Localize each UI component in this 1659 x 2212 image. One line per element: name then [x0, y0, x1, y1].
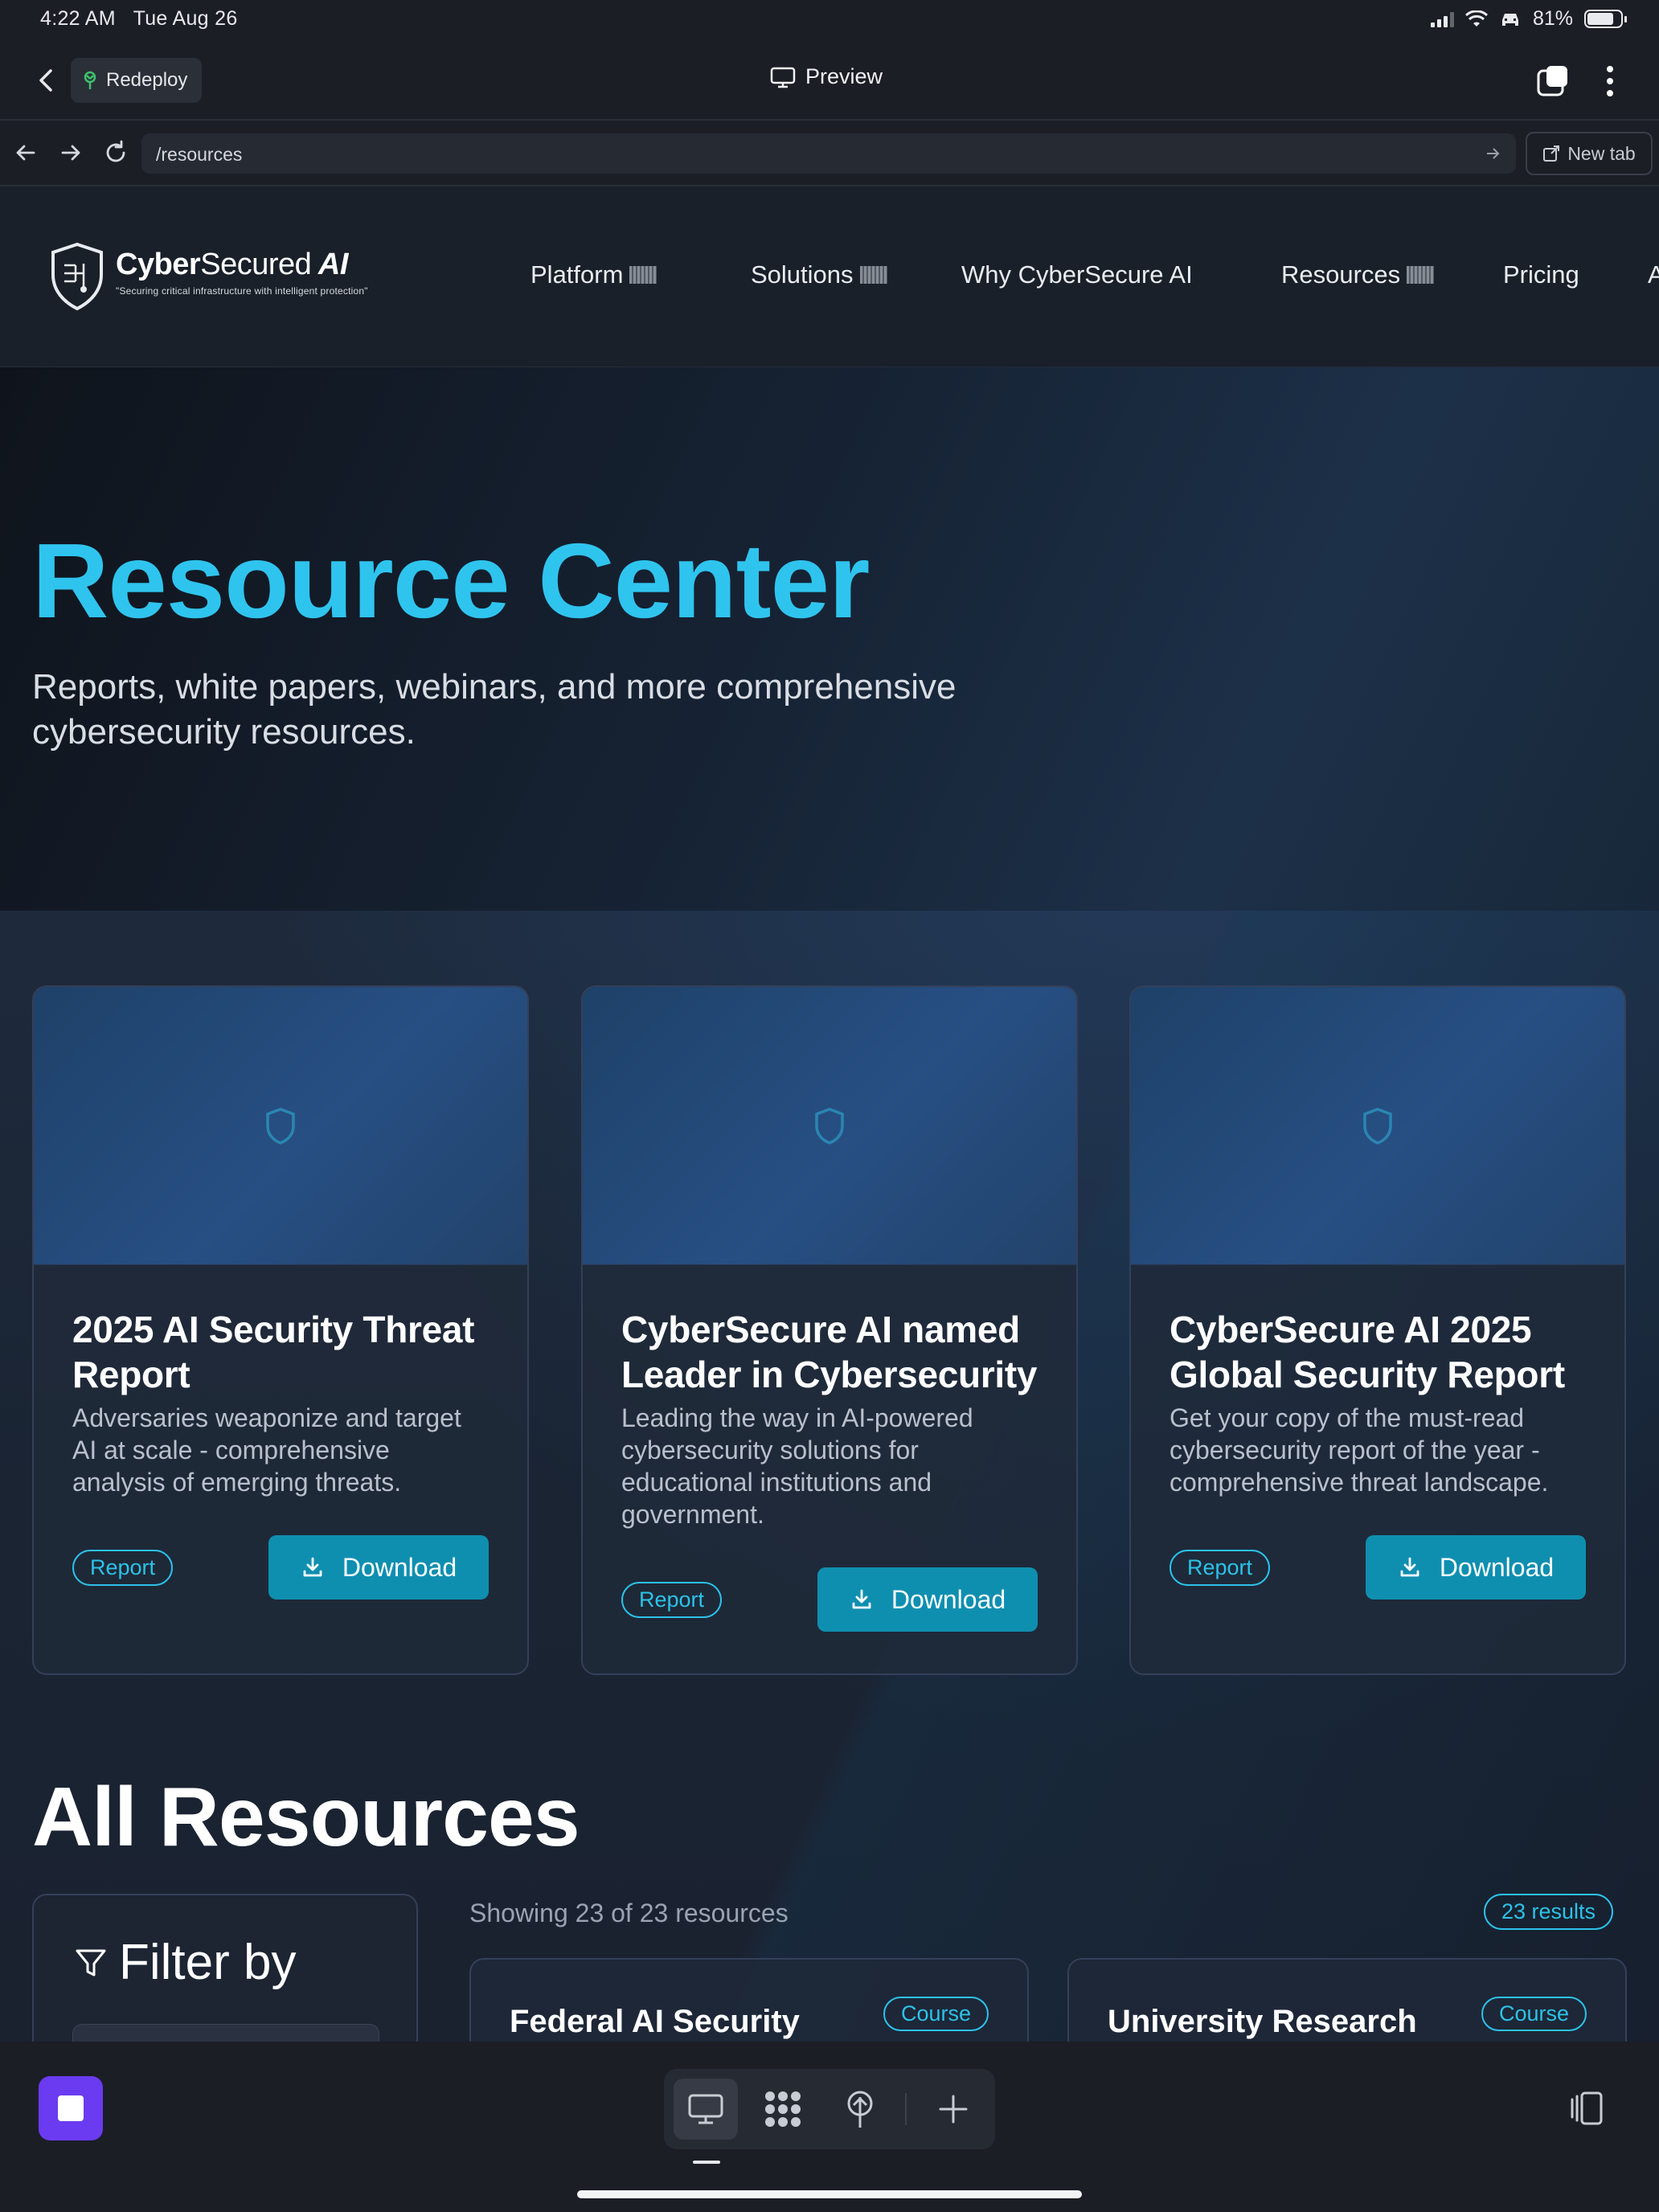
battery-icon	[1584, 10, 1627, 28]
card-title: CyberSecure AI named Leader in Cybersecu…	[621, 1309, 1038, 1395]
browser-back-icon[interactable]	[11, 138, 40, 167]
filter-search-input[interactable]	[72, 2024, 379, 2042]
dropdown-caret-icon	[629, 266, 657, 284]
shield-icon	[815, 1107, 844, 1145]
filter-panel: Filter by	[32, 1894, 418, 2042]
featured-card: CyberSecure AI named Leader in Cybersecu…	[581, 985, 1078, 1675]
stop-button[interactable]	[39, 2076, 103, 2140]
nav-why-cybersecure[interactable]: Why CyberSecure AI	[961, 260, 1193, 289]
url-toolbar: /resources New tab	[0, 121, 1659, 186]
hero-subtitle: Reports, white papers, webinars, and mor…	[32, 667, 956, 752]
shield-icon	[266, 1107, 295, 1145]
featured-card: CyberSecure AI 2025 Global Security Repo…	[1129, 985, 1626, 1675]
preview-title: Preview	[770, 64, 883, 89]
shield-icon	[1363, 1107, 1392, 1145]
card-description: Get your copy of the must-read cybersecu…	[1169, 1403, 1549, 1497]
nav-solutions[interactable]: Solutions	[751, 260, 887, 289]
add-tab-button[interactable]	[921, 2079, 985, 2140]
card-description: Adversaries weaponize and target AI at s…	[72, 1403, 461, 1497]
resource-type-badge: Course	[883, 1997, 989, 2031]
new-tab-button[interactable]: New tab	[1526, 132, 1653, 175]
grid-dots-icon	[765, 2091, 801, 2127]
site-navbar: CyberSecured AI "Securing critical infra…	[0, 186, 1659, 367]
status-bar: 4:22 AM Tue Aug 26 81%	[0, 0, 1659, 40]
page-title: Resource Center	[32, 522, 870, 640]
more-options-icon[interactable]	[1598, 63, 1622, 100]
monitor-icon	[770, 67, 796, 88]
resource-type-badge: Report	[621, 1581, 723, 1618]
download-button[interactable]: Download	[1366, 1535, 1586, 1600]
plus-icon	[939, 2095, 968, 2124]
card-description: Leading the way in AI-powered cybersecur…	[621, 1403, 973, 1529]
deploy-tree-icon	[847, 2091, 873, 2128]
download-icon	[1400, 1557, 1419, 1577]
hero-section: Resource Center Reports, white papers, w…	[0, 367, 1659, 911]
view-switcher	[664, 2069, 995, 2149]
filter-funnel-icon	[76, 1949, 106, 1976]
panel-toggle-icon[interactable]	[1567, 2090, 1608, 2127]
reload-icon[interactable]	[101, 138, 130, 167]
featured-card: 2025 AI Security Threat Report Adversari…	[32, 985, 529, 1675]
url-input[interactable]: /resources	[141, 133, 1516, 174]
resource-card[interactable]: University Research Course	[1067, 1958, 1627, 2042]
card-image	[34, 987, 527, 1265]
preview-label: Preview	[805, 64, 883, 88]
logo-tagline: "Securing critical infrastructure with i…	[116, 285, 368, 297]
all-resources-heading: All Resources	[32, 1771, 580, 1864]
battery-percent: 81%	[1532, 7, 1573, 30]
status-date: Tue Aug 26	[133, 7, 238, 30]
site-logo[interactable]: CyberSecured AI "Securing critical infra…	[48, 241, 368, 312]
apps-view-button[interactable]	[751, 2079, 815, 2140]
deploy-view-button[interactable]	[828, 2079, 892, 2140]
url-text: /resources	[156, 144, 243, 165]
nav-resources[interactable]: Resources	[1281, 260, 1435, 289]
nav-cut-off-item[interactable]: A	[1648, 260, 1659, 289]
website-viewport: CyberSecured AI "Securing critical infra…	[0, 186, 1659, 2042]
external-link-icon	[1543, 145, 1560, 162]
redeploy-label: Redeploy	[106, 69, 188, 91]
wifi-icon	[1464, 10, 1488, 27]
deploy-tree-icon	[84, 71, 96, 89]
results-badge: 23 results	[1484, 1894, 1614, 1930]
logo-wordmark: CyberSecured AI	[116, 248, 348, 281]
shield-logo-icon	[51, 242, 103, 311]
dropdown-caret-icon	[859, 266, 887, 284]
download-button[interactable]: Download	[268, 1535, 489, 1600]
download-button[interactable]: Download	[817, 1567, 1038, 1632]
card-title: CyberSecure AI 2025 Global Security Repo…	[1169, 1309, 1565, 1395]
resource-type-badge: Report	[1169, 1549, 1271, 1586]
resource-type-badge: Course	[1481, 1997, 1587, 2031]
cellular-signal-icon	[1430, 11, 1454, 27]
bottom-toolbar	[0, 2042, 1659, 2212]
home-indicator	[577, 2190, 1082, 2198]
resource-title: Federal AI Security	[510, 2004, 800, 2039]
back-chevron-icon[interactable]	[31, 64, 63, 96]
status-time: 4:22 AM	[40, 7, 116, 30]
card-image	[583, 987, 1076, 1265]
resource-type-badge: Report	[72, 1549, 174, 1586]
card-title: 2025 AI Security Threat Report	[72, 1309, 475, 1395]
monitor-icon	[688, 2094, 723, 2124]
tabs-switcher-icon[interactable]	[1535, 63, 1572, 100]
nav-pricing[interactable]: Pricing	[1503, 260, 1579, 289]
new-tab-label: New tab	[1567, 142, 1636, 164]
preview-view-button[interactable]	[674, 2079, 738, 2140]
nav-platform[interactable]: Platform	[530, 260, 657, 289]
car-icon	[1501, 13, 1518, 26]
resource-card[interactable]: Federal AI Security Course	[469, 1958, 1029, 2042]
go-arrow-icon[interactable]	[1484, 145, 1501, 162]
download-icon	[303, 1557, 322, 1577]
stop-square-icon	[58, 2095, 84, 2121]
resource-title: University Research	[1108, 2004, 1417, 2039]
download-icon	[852, 1589, 871, 1609]
dropdown-caret-icon	[1407, 266, 1435, 284]
filter-heading: Filter by	[119, 1935, 297, 1990]
results-count-text: Showing 23 of 23 resources	[469, 1899, 789, 1927]
card-image	[1131, 987, 1624, 1265]
redeploy-button[interactable]: Redeploy	[71, 58, 203, 103]
app-toolbar: Redeploy Preview	[0, 40, 1659, 121]
browser-forward-icon[interactable]	[56, 138, 85, 167]
